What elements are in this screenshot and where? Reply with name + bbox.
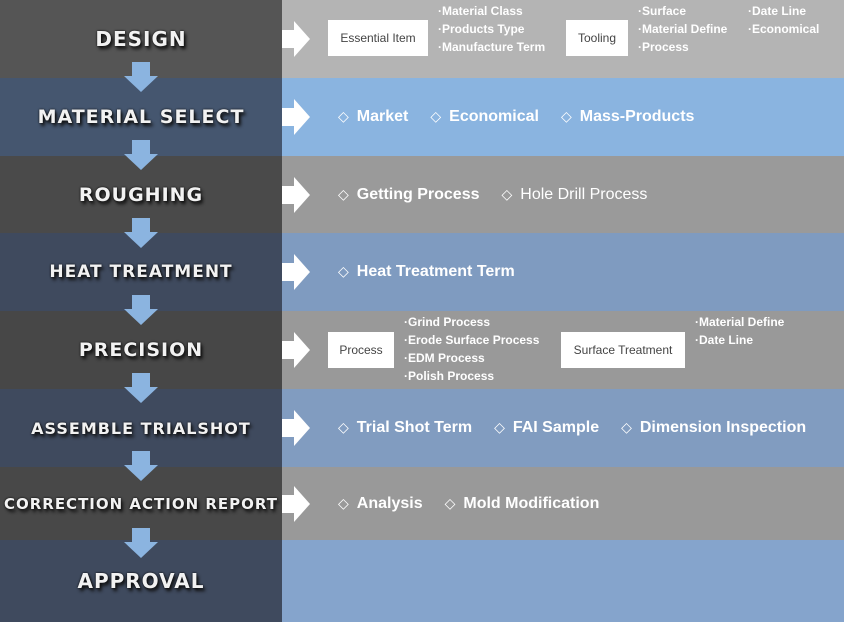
essential-item-box: Essential Item (328, 20, 428, 56)
list-item: ·Grind Process (404, 315, 491, 329)
list-item: ·Material Define (638, 22, 728, 36)
surface-treatment-list: ·Material Define ·Date Line (695, 313, 784, 349)
step-content-panel: ◇ Getting Process ◇ Hole Drill Process (282, 156, 844, 233)
diamond-icon: ◇ (338, 495, 349, 512)
process-box: Process (328, 332, 394, 368)
list-item: ·Economical (748, 22, 820, 36)
right-arrow-icon (282, 21, 310, 57)
surface-treatment-box: Surface Treatment (561, 332, 685, 368)
tooling-list: ·Surface ·Material Define ·Process (638, 2, 727, 56)
list-item: ·Date Line (695, 333, 754, 347)
step-item: ◇ Heat Treatment Term (338, 263, 515, 281)
step-title: ASSEMBLE TRIALSHOT (31, 418, 251, 438)
diamond-icon: ◇ (338, 186, 349, 203)
list-item: ·Material Define (695, 315, 785, 329)
list-item: ·Erode Surface Process (404, 333, 540, 347)
process-list: ·Grind Process ·Erode Surface Process ·EDM… (404, 313, 539, 385)
step-title: ROUGHING (78, 183, 204, 206)
step-content-panel: Essential Item ·Material Class ·Products … (282, 0, 844, 78)
step-item: ◇ Mass-Products (561, 108, 694, 126)
step-item: ◇ FAI Sample (494, 419, 599, 437)
step-items: ◇ Trial Shot Term ◇ FAI Sample ◇ Dimension In… (338, 419, 806, 437)
step-title: PRECISION (78, 339, 204, 361)
step-item: ◇ Economical (430, 108, 539, 126)
diamond-icon: ◇ (444, 495, 456, 512)
step-item: ◇ Getting Process (338, 186, 479, 204)
step-item-label: Market (356, 108, 409, 125)
right-arrow-icon (282, 410, 310, 446)
right-arrow-icon (282, 485, 310, 522)
step-item: ◇ Trial Shot Term (338, 419, 472, 437)
diamond-icon: ◇ (430, 109, 442, 125)
diamond-icon: ◇ (338, 109, 349, 125)
step-item-label: FAI Sample (512, 419, 600, 436)
right-arrow-icon (282, 332, 310, 368)
down-arrow-icon (124, 373, 158, 403)
diamond-icon: ◇ (560, 109, 572, 125)
diamond-icon: ◇ (338, 264, 349, 280)
tooling-list-2: ·Date Line ·Economical (748, 2, 819, 38)
down-arrow-icon (124, 218, 158, 248)
step-items: ◇ Analysis ◇ Mold Modification (338, 495, 599, 513)
right-arrow-icon (282, 254, 310, 290)
list-item: ·Process (638, 40, 689, 54)
step-item-label: Heat Treatment Term (356, 263, 515, 280)
step-title: CORRECTION ACTION REPORT (3, 494, 279, 513)
step-item-label: Economical (449, 108, 539, 125)
step-title: DESIGN (95, 27, 187, 51)
list-item: ·Surface (638, 4, 687, 18)
list-item: ·Date Line (748, 4, 807, 18)
step-item: ◇ Mold Modification (445, 495, 600, 513)
down-arrow-icon (124, 140, 158, 170)
step-item-label: Analysis (356, 494, 423, 512)
step-items: ◇ Market ◇ Economical ◇ Mass-Products (338, 108, 694, 126)
diamond-icon: ◇ (621, 420, 632, 436)
step-content-panel: ◇ Analysis ◇ Mold Modification (282, 467, 844, 540)
step-items: ◇ Getting Process ◇ Hole Drill Process (338, 186, 647, 204)
step-title: HEAT TREATMENT (49, 262, 233, 282)
list-item: ·Polish Process (404, 369, 495, 383)
right-arrow-icon (282, 176, 310, 213)
diamond-icon: ◇ (501, 186, 513, 203)
diamond-icon: ◇ (338, 420, 349, 436)
step-item-label: Mold Modification (463, 494, 600, 512)
step-content-panel: ◇ Market ◇ Economical ◇ Mass-Products (282, 78, 844, 156)
step-content-panel: ◇ Heat Treatment Term (282, 233, 844, 311)
step-content-panel (282, 540, 844, 622)
step-item-label: Dimension Inspection (639, 419, 807, 436)
step-item: ◇ Analysis (338, 495, 423, 513)
step-items: ◇ Heat Treatment Term (338, 263, 515, 281)
step-item-label: Mass-Products (579, 108, 695, 125)
step-content-panel: ◇ Trial Shot Term ◇ FAI Sample ◇ Dimension In… (282, 389, 844, 467)
list-item: ·EDM Process (404, 351, 485, 365)
right-arrow-icon (282, 99, 310, 135)
down-arrow-icon (124, 528, 158, 558)
step-item-label: Hole Drill Process (520, 185, 648, 203)
down-arrow-icon (124, 451, 158, 481)
list-item: ·Material Class (438, 4, 523, 18)
step-item: ◇ Dimension Inspection (621, 419, 806, 437)
list-item: ·Products Type (438, 22, 525, 36)
step-item-label: Getting Process (356, 185, 480, 203)
step-item-label: Trial Shot Term (356, 419, 473, 436)
step-content-panel: Process ·Grind Process ·Erode Surface Pro… (282, 311, 844, 389)
down-arrow-icon (124, 62, 158, 92)
down-arrow-icon (124, 295, 158, 325)
step-title: MATERIAL SELECT (37, 106, 245, 128)
tooling-box: Tooling (566, 20, 628, 56)
step-item: ◇ Market (338, 108, 408, 126)
list-item: ·Manufacture Term (438, 40, 546, 54)
essential-item-list: ·Material Class ·Products Type ·Manufactur… (438, 2, 545, 56)
step-title: APPROVAL (77, 569, 205, 593)
step-item: ◇ Hole Drill Process (501, 186, 647, 204)
diamond-icon: ◇ (494, 420, 505, 436)
